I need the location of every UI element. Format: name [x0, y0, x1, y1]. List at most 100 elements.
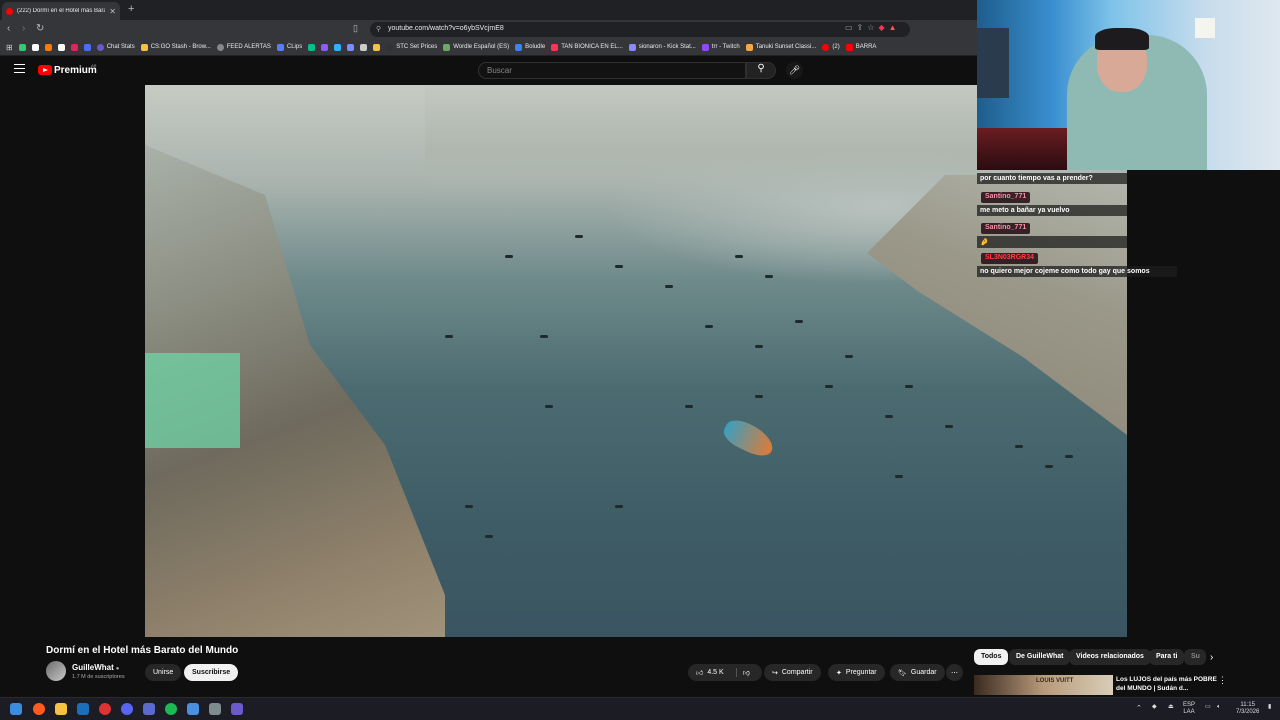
bookmark-icon-6[interactable] [83, 43, 91, 51]
discord-icon[interactable] [121, 703, 133, 715]
search-input[interactable]: Buscar [478, 62, 746, 79]
app-icon-purple[interactable] [231, 703, 243, 715]
channel-avatar[interactable] [46, 661, 66, 681]
youtube-logo-icon[interactable] [38, 65, 52, 75]
dislike-icon[interactable]: 👎︎ [735, 668, 750, 677]
recommended-title[interactable]: Los LUJOS del país más POBRE del MUNDO |… [1116, 675, 1226, 693]
bookmark-icon-5[interactable] [70, 43, 78, 51]
save-button[interactable]: 🔖︎ Guardar [890, 664, 945, 681]
chip-all[interactable]: Todos [974, 649, 1009, 665]
bookmark-icon-2[interactable] [31, 43, 39, 51]
back-icon[interactable]: ‹ [7, 23, 10, 34]
bookmark-twitch[interactable]: trr - Twitch [701, 43, 740, 51]
app-icon-blue[interactable] [143, 703, 155, 715]
bookmark-icon-11[interactable] [360, 43, 368, 51]
bookmark-wordle[interactable]: Wordle Español (ES) [443, 43, 509, 51]
browser-tab-strip: (222) Dormí en el Hotel más Barato del M… [0, 0, 977, 20]
network-icon[interactable]: ▭ [1205, 704, 1211, 711]
ask-button[interactable]: ✦ Preguntar [828, 664, 885, 681]
file-explorer-icon[interactable] [55, 703, 67, 715]
chat-message: 🤌 [977, 236, 1127, 248]
new-tab-icon[interactable]: + [128, 3, 134, 15]
chip-related[interactable]: Videos relacionados [1069, 649, 1151, 665]
share-button[interactable]: ↪ Compartir [764, 664, 821, 681]
bookmark-clips[interactable]: CLips [276, 43, 302, 51]
app-icon-globe[interactable] [187, 703, 199, 715]
steam-icon[interactable] [77, 703, 89, 715]
notifications-icon[interactable]: ▮ [1268, 704, 1271, 711]
clock[interactable]: 11:15 7/3/2026 [1236, 702, 1259, 716]
river-boat [765, 275, 773, 278]
channel-name[interactable]: GuilleWhat ● [72, 663, 119, 672]
bookmark-icon-12[interactable] [373, 43, 381, 51]
bookmark-yt-2[interactable]: (2) [822, 43, 840, 51]
bookmark-icon-10[interactable] [347, 43, 355, 51]
language-indicator[interactable]: ESP LAA [1183, 702, 1195, 716]
csgo-stash-icon [140, 43, 148, 51]
river-boat [755, 395, 763, 398]
chips-next-icon[interactable]: › [1210, 652, 1213, 663]
youtube-icon [822, 43, 830, 51]
forward-icon[interactable]: › [22, 23, 25, 34]
tray-usb-icon[interactable]: ⏏ [1168, 704, 1174, 711]
address-bar[interactable]: ⚲ youtube.com/watch?v=o6ybSVcjmE8 [370, 22, 910, 37]
bookmark-icon-7[interactable] [308, 43, 316, 51]
bookmark-boludle[interactable]: Boludle [515, 43, 545, 51]
brave-browser-icon[interactable] [33, 703, 45, 715]
windows-start-icon[interactable] [10, 703, 22, 715]
tray-app-icon[interactable]: ◆ [1152, 704, 1157, 711]
app-icon-gamepad[interactable] [209, 703, 221, 715]
river-boat [825, 385, 833, 388]
bookmark-kick-stats[interactable]: sionaron - Kick Stat... [628, 43, 696, 51]
reload-icon[interactable]: ↻ [36, 23, 44, 34]
microphone-icon[interactable]: 🎤︎ [786, 62, 803, 79]
browser-toolbar: ‹ › ↻ ▯ ⚲ youtube.com/watch?v=o6ybSVcjmE… [0, 20, 977, 39]
bookmark-icon-4[interactable] [57, 43, 65, 51]
video-green-building [145, 353, 240, 448]
tanuki-icon [745, 43, 753, 51]
video-title: Dormí en el Hotel más Barato del Mundo [46, 645, 239, 656]
bookmark-icon-9[interactable] [334, 43, 342, 51]
bookmark-stc-set-prices[interactable]: STC Set Prices [386, 43, 437, 51]
recommended-more-icon[interactable]: ⋮ [1218, 675, 1227, 686]
chip-truncated[interactable]: Su [1184, 649, 1206, 665]
feed-alertas-icon [216, 43, 224, 51]
boludle-icon [515, 43, 523, 51]
site-info-icon[interactable]: ⚲ [376, 25, 381, 33]
bookmark-icon-8[interactable] [321, 43, 329, 51]
tray-chevron-icon[interactable]: ⌃ [1136, 705, 1142, 712]
tab-active[interactable]: (222) Dormí en el Hotel más Barato del M… [2, 2, 120, 20]
chat-username: SL3N03RGR34 [981, 253, 1039, 264]
bookmark-tanuki[interactable]: Tanuki Sunset Classi... [745, 43, 816, 51]
chat-overlay: por cuanto tiempo vas a prender? Santino… [977, 170, 1177, 282]
more-actions-icon[interactable]: ⋯ [946, 664, 963, 681]
bookmark-icon-3[interactable] [44, 43, 52, 51]
bookmark-icon-1[interactable] [18, 43, 26, 51]
bookmark-icon[interactable]: ▯ [353, 23, 358, 34]
spotify-icon[interactable] [165, 703, 177, 715]
river-boat [1015, 445, 1023, 448]
subscribe-button[interactable]: Suscribirse [184, 664, 239, 681]
close-tab-icon[interactable]: ✕ [109, 7, 116, 16]
bookmark-tan-bionica[interactable]: TAN BIONICA EN EL... [551, 43, 623, 51]
extension-icons[interactable]: ▭⇪☆◆▲ [845, 23, 901, 32]
chip-from-channel[interactable]: De GuilleWhat [1009, 649, 1071, 665]
chat-message: me meto a bañar ya vuelvo [977, 205, 1127, 216]
recommended-thumbnail[interactable]: LOUIS VUITT [974, 675, 1113, 695]
like-count[interactable]: 4.5 K [707, 669, 723, 676]
search-icon[interactable]: ⚲ [746, 62, 776, 79]
bookmark-barra[interactable]: BARRA [845, 43, 876, 51]
join-button[interactable]: Unirse [145, 664, 182, 681]
app-icon-red[interactable] [99, 703, 111, 715]
bookmark-csgo-stash[interactable]: CS:GO Stash - Brow... [140, 43, 211, 51]
bookmark-chat-stats[interactable]: Chat Stats [96, 43, 135, 51]
river-boat [845, 355, 853, 358]
menu-icon[interactable] [14, 64, 25, 73]
volume-icon[interactable]: 🔈︎ [1217, 704, 1221, 711]
bookmarks-bar: ⊞ Chat Stats CS:GO Stash - Brow... FEED … [0, 39, 977, 56]
apps-icon[interactable]: ⊞ [6, 43, 13, 52]
bookmark-feed-alertas[interactable]: FEED ALERTAS [216, 43, 271, 51]
country-code: AR [91, 63, 97, 68]
like-icon[interactable]: 👍︎ [696, 668, 703, 677]
chip-for-you[interactable]: Para ti [1149, 649, 1185, 665]
